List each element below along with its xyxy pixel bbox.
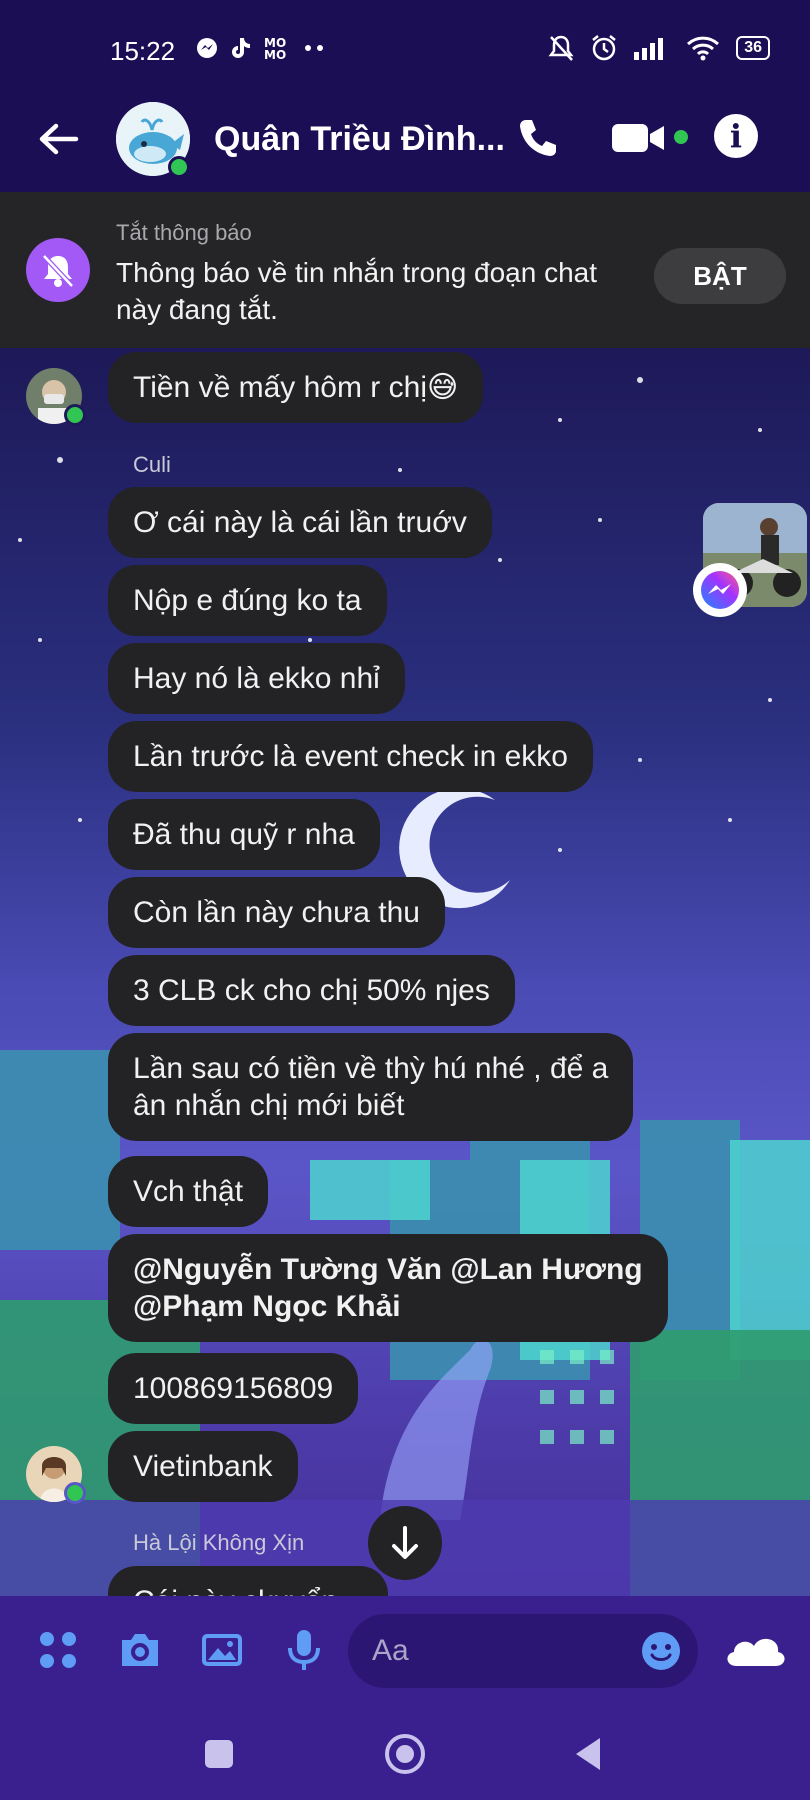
camera-icon[interactable] xyxy=(116,1626,164,1674)
sender-online-dot xyxy=(64,404,86,426)
sender-online-dot xyxy=(64,1482,86,1504)
video-active-dot xyxy=(674,130,688,144)
message-bubble[interactable]: Đã thu quỹ r nha xyxy=(108,799,380,870)
message-bubble-partial[interactable]: Cái này ckuyển... xyxy=(108,1566,389,1596)
messenger-notification-icon xyxy=(197,38,217,58)
message-bubble[interactable]: Ơ cái này là cái lần truớv xyxy=(108,487,492,558)
arrow-down-icon xyxy=(392,1526,418,1559)
battery-indicator: 36 xyxy=(736,36,770,60)
status-time: 15:22 xyxy=(110,36,176,66)
android-navigation-bar xyxy=(0,1708,810,1800)
bell-off-glyph xyxy=(42,254,74,288)
sender-name: Culi xyxy=(133,452,171,477)
message-bubble[interactable]: Nộp e đúng ko ta xyxy=(108,565,387,636)
info-icon[interactable]: i xyxy=(714,114,758,158)
banner-message: Thông báo về tin nhắn trong đoạn chat nà… xyxy=(116,257,598,325)
mute-notification-banner: Tắt thông báo Thông báo về tin nhắn tron… xyxy=(0,192,810,348)
bell-off-icon xyxy=(26,238,90,302)
tiktok-notification-icon xyxy=(232,38,250,58)
alarm-icon xyxy=(592,35,616,61)
four-dots-icon[interactable] xyxy=(34,1626,82,1674)
chat-header: Quân Triều Đình... i xyxy=(0,100,810,192)
message-bubble[interactable]: Hay nó là ekko nhỉ xyxy=(108,643,405,714)
message-bubble-multiline[interactable]: Lần sau có tiền về thỳ hú nhé , để a ân … xyxy=(108,1033,634,1141)
online-status-dot xyxy=(168,156,190,178)
message-line: ân nhắn chị mới biết xyxy=(133,1089,405,1122)
message-bubble[interactable]: Tiền về mấy hôm r chị😅 xyxy=(108,352,484,423)
status-bar: 15:22 MO MO 36 xyxy=(0,0,810,100)
message-input[interactable]: Aa xyxy=(348,1614,698,1688)
input-placeholder: Aa xyxy=(372,1634,409,1667)
video-camera-icon[interactable] xyxy=(612,120,666,156)
microphone-icon[interactable] xyxy=(280,1626,328,1674)
message-bubble-mentions[interactable]: @Nguyễn Tường Văn @Lan Hương @Phạm Ngọc … xyxy=(108,1234,668,1342)
wifi-icon xyxy=(687,36,720,61)
circle-icon[interactable] xyxy=(383,1732,427,1776)
sender-name: Hà Lội Không Xịn xyxy=(133,1530,305,1555)
message-bubble[interactable]: Còn lần này chưa thu xyxy=(108,877,445,948)
message-bubble[interactable]: Lần trước là event check in ekko xyxy=(108,721,593,792)
triangle-back-icon[interactable] xyxy=(572,1736,604,1772)
signal-icon xyxy=(634,38,664,60)
messenger-logo xyxy=(701,571,739,609)
square-icon[interactable] xyxy=(203,1738,235,1770)
chat-title[interactable]: Quân Triều Đình... xyxy=(214,120,505,159)
mo-notification-icon: MOMO xyxy=(264,36,286,60)
more-notifications-icon xyxy=(305,45,323,51)
bell-off-status-icon xyxy=(548,35,574,61)
image-icon[interactable] xyxy=(198,1626,246,1674)
messenger-icon xyxy=(693,563,747,617)
svg-text:MO: MO xyxy=(264,48,286,60)
message-bubble[interactable]: Vch thật xyxy=(108,1156,269,1227)
message-line: Lần sau có tiền về thỳ hú nhé , để a xyxy=(133,1052,609,1085)
smiley-icon[interactable] xyxy=(640,1630,682,1672)
message-composer: Aa xyxy=(0,1596,810,1708)
status-notification-icons: MO MO xyxy=(196,36,324,60)
status-system-icons: 36 xyxy=(548,34,770,62)
arrow-left-icon[interactable] xyxy=(34,114,84,164)
turn-on-notifications-button[interactable]: BẬT xyxy=(654,248,786,304)
scroll-to-bottom-button[interactable] xyxy=(368,1506,442,1580)
phone-icon[interactable] xyxy=(514,114,562,162)
cloud-icon[interactable] xyxy=(722,1626,788,1674)
mention-line[interactable]: @Phạm Ngọc Khải xyxy=(133,1288,643,1325)
message-bubble[interactable]: Vietinbank xyxy=(108,1431,298,1502)
banner-title: Tắt thông báo xyxy=(116,220,252,245)
mention-line[interactable]: @Nguyễn Tường Văn @Lan Hương xyxy=(133,1251,643,1288)
message-bubble[interactable]: 3 CLB ck cho chị 50% njes xyxy=(108,955,515,1026)
message-bubble[interactable]: 100869156809 xyxy=(108,1353,359,1424)
